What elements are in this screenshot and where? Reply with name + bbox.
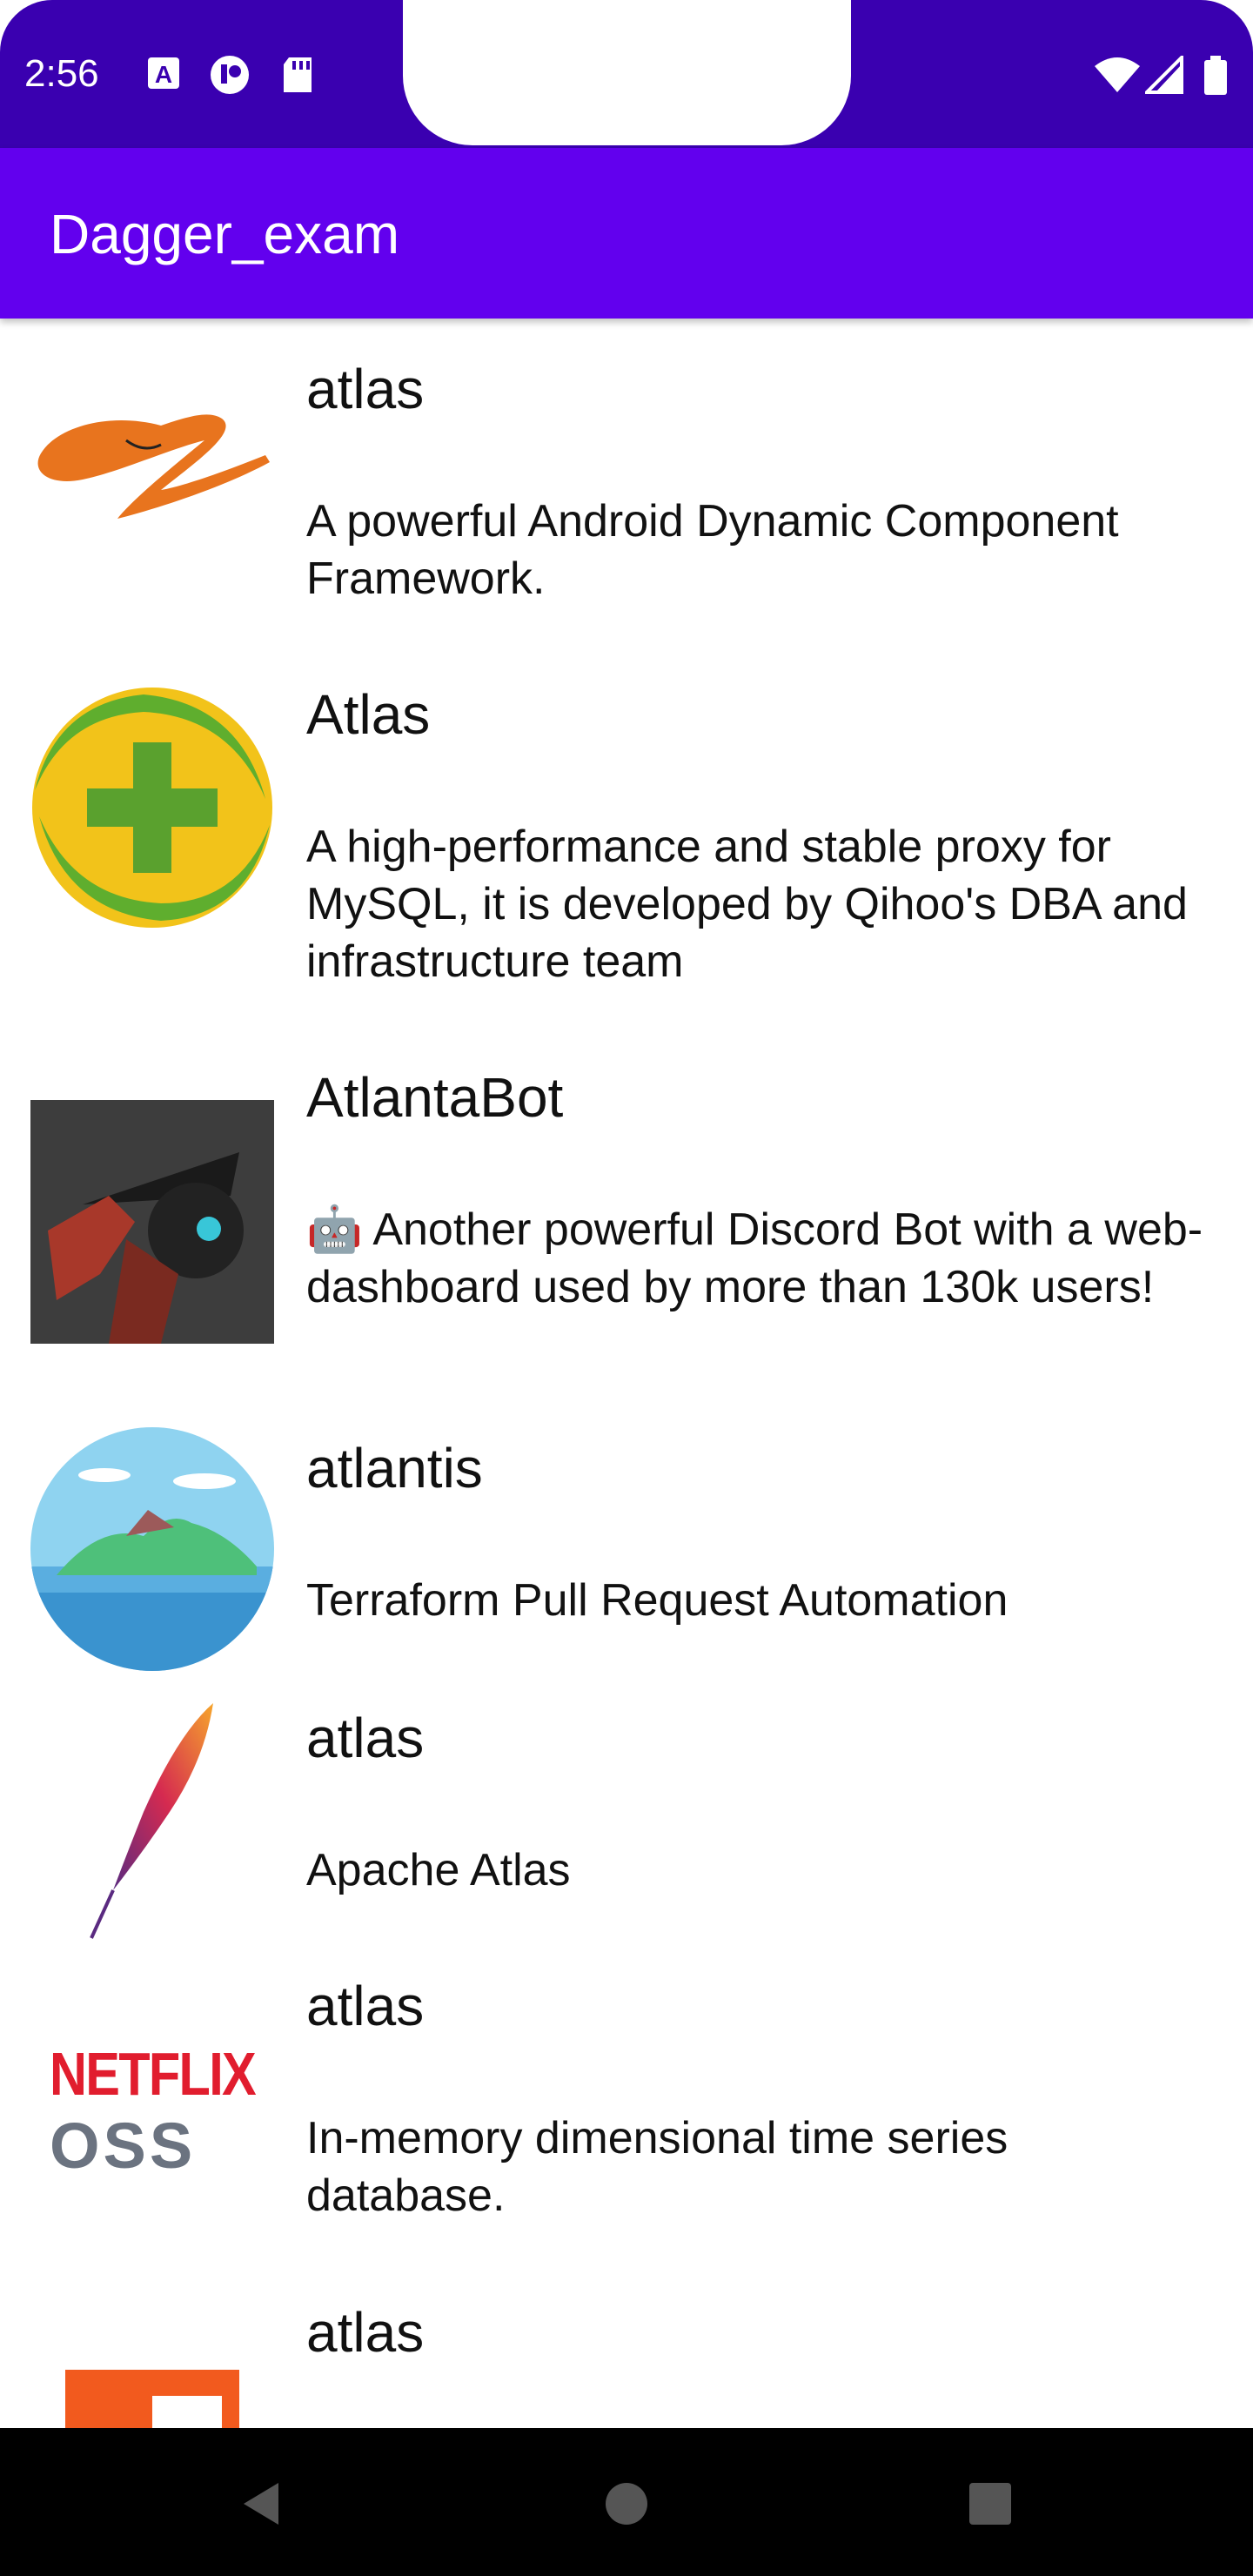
list-item[interactable]: atlantis Terraform Pull Request Automati… (0, 1410, 1253, 1680)
repo-list[interactable]: atlas A powerful Android Dynamic Compone… (0, 319, 1253, 2428)
repo-name: Atlas (306, 683, 431, 746)
app-bar: Dagger_exam (0, 148, 1253, 319)
repo-description: Terraform Pull Request Automation (306, 1575, 1008, 1626)
screen-corner-left (0, 0, 104, 104)
navigation-bar (0, 2428, 1253, 2576)
orange-logo-icon (65, 2370, 239, 2428)
list-item[interactable]: Atlas A high-performance and stable prox… (0, 644, 1253, 1027)
alibaba-logo-icon (37, 414, 270, 519)
home-icon[interactable] (599, 2476, 654, 2532)
circle-app-icon (211, 56, 249, 94)
repo-description: Apache Atlas (306, 1845, 571, 1895)
list-item[interactable]: NETFLIX OSS atlas In-memory dimensional … (0, 1948, 1253, 2274)
repo-name: atlas (306, 2301, 425, 2364)
battery-icon (1204, 56, 1227, 95)
text-a-icon: A (148, 57, 179, 89)
list-item[interactable]: atlas Apache Atlas (0, 1680, 1253, 1948)
netflix-oss-logo-icon: NETFLIX OSS (30, 1987, 274, 2231)
back-icon[interactable] (235, 2476, 291, 2532)
oss-logo-text: OSS (50, 2110, 197, 2182)
camera-notch (403, 0, 851, 145)
repo-name: atlantis (306, 1437, 483, 1499)
recents-icon[interactable] (962, 2476, 1018, 2532)
wifi-icon (1095, 57, 1140, 92)
screen-corner-right (1149, 0, 1253, 104)
atlantis-island-icon (30, 1427, 274, 1671)
netflix-logo-text: NETFLIX (50, 2040, 257, 2108)
signal-icon (1145, 56, 1183, 94)
apache-feather-icon (90, 1703, 213, 1939)
repo-description: A high-performance and stable proxy for … (306, 822, 1188, 987)
repo-name: atlas (306, 1975, 425, 2037)
atlantabot-avatar-icon (30, 1100, 274, 1344)
status-bar: 2:56 A (0, 0, 1253, 148)
repo-description: In-memory dimensional time series databa… (306, 2113, 1008, 2221)
svg-text:A: A (155, 61, 172, 88)
qihoo-360-logo-icon (32, 688, 272, 928)
app-title: Dagger_exam (50, 203, 399, 265)
repo-name: atlas (306, 358, 425, 420)
list-item[interactable]: AtlantaBot 🤖 Another powerful Discord Bo… (0, 1027, 1253, 1410)
repo-name: atlas (306, 1707, 425, 1769)
list-item[interactable]: atlas (0, 2274, 1253, 2428)
sd-card-icon (284, 57, 312, 92)
repo-description: A powerful Android Dynamic Component Fra… (306, 496, 1119, 604)
status-time: 2:56 (24, 52, 99, 95)
repo-name: AtlantaBot (306, 1066, 564, 1129)
list-item[interactable]: atlas A powerful Android Dynamic Compone… (0, 319, 1253, 644)
repo-description: 🤖 Another powerful Discord Bot with a we… (306, 1204, 1203, 1312)
